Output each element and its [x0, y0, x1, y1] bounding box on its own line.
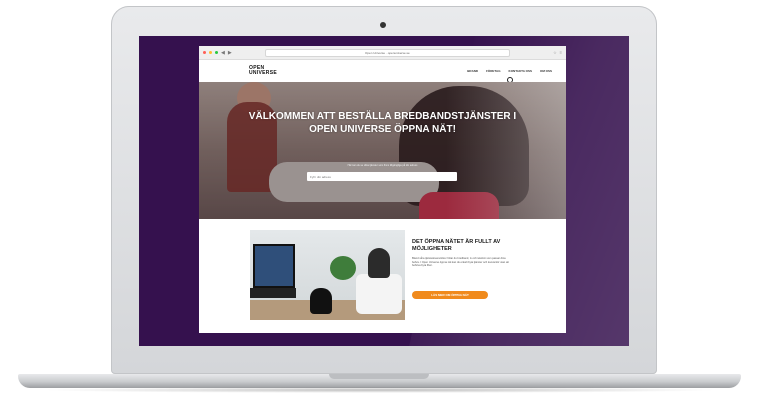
back-arrow-icon[interactable]: ◀ — [221, 50, 225, 56]
nav-item-brand[interactable]: BRAND — [467, 69, 478, 73]
photo-tv-stand — [250, 288, 296, 298]
nav-item-kontakta[interactable]: KONTAKTA OSS — [509, 69, 532, 73]
main-nav: BRAND FÖRETAG KONTAKTA OSS OM OSS — [467, 69, 552, 73]
laptop-shadow — [40, 387, 720, 393]
logo-line2: UNIVERSE — [249, 70, 277, 76]
maximize-window-icon[interactable] — [215, 51, 218, 54]
promo-body: Bland våra tjänsteleverantörer hittar du… — [412, 257, 509, 268]
laptop-screen: ◀ ▶ Open Universe · openuniverse.se ☆ ≡ … — [139, 36, 629, 346]
photo-cat — [310, 288, 332, 314]
nav-item-om-oss[interactable]: OM OSS — [540, 69, 552, 73]
photo-woman — [368, 248, 390, 278]
star-icon[interactable]: ☆ — [553, 50, 557, 55]
laptop-notch — [329, 374, 429, 379]
menu-icon[interactable]: ≡ — [560, 50, 562, 55]
hero-banner: VÄLKOMMEN ATT BESTÄLLA BREDBANDSTJÄNSTER… — [199, 82, 566, 219]
logo[interactable]: OPEN UNIVERSE — [249, 66, 277, 76]
hero-subtitle: Här kan du se vilka tjänster som finns t… — [347, 164, 418, 167]
promo-title: DET ÖPPNA NÄTET ÄR FULLT AV MÖJLIGHETER — [412, 239, 501, 252]
camera-icon — [380, 22, 386, 28]
address-bar[interactable]: Open Universe · openuniverse.se — [264, 48, 511, 57]
hero-title: VÄLKOMMEN ATT BESTÄLLA BREDBANDSTJÄNSTER… — [248, 111, 517, 135]
close-window-icon[interactable] — [203, 51, 206, 54]
photo-tv — [253, 244, 295, 288]
living-room-photo — [250, 230, 405, 320]
photo-chair — [356, 274, 402, 314]
minimize-window-icon[interactable] — [209, 51, 212, 54]
content-section: DET ÖPPNA NÄTET ÄR FULLT AV MÖJLIGHETER … — [199, 219, 566, 333]
hero-light — [446, 82, 566, 219]
address-search-input[interactable] — [307, 172, 457, 181]
browser-toolbar: ◀ ▶ Open Universe · openuniverse.se ☆ ≡ — [199, 46, 566, 60]
read-more-button[interactable]: LÄS MER OM ÖPPNA NÄT — [412, 291, 488, 299]
forward-arrow-icon[interactable]: ▶ — [228, 50, 232, 56]
nav-item-foretag[interactable]: FÖRETAG — [486, 69, 500, 73]
browser-window: ◀ ▶ Open Universe · openuniverse.se ☆ ≡ … — [199, 46, 566, 333]
site-header: OPEN UNIVERSE BRAND FÖRETAG KONTAKTA OSS… — [199, 60, 566, 83]
photo-plant — [330, 256, 356, 280]
